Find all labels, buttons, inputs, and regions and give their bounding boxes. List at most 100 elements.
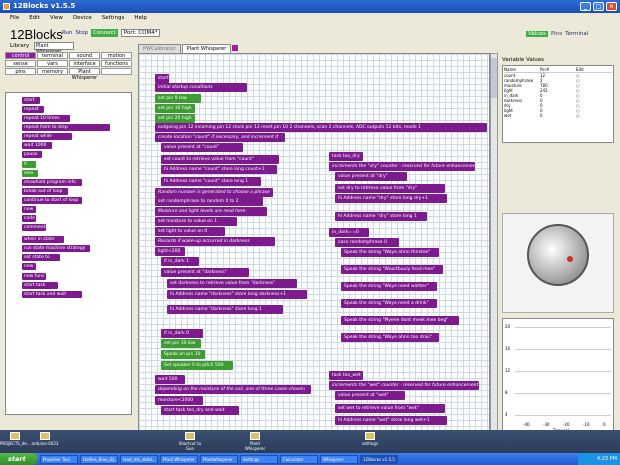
set-var-block[interactable]: set wet to retrieve value from "wet": [335, 404, 445, 413]
palette-block[interactable]: pause: [22, 151, 42, 158]
if-block[interactable]: light<200: [155, 247, 185, 256]
close-button[interactable]: ×: [606, 2, 617, 11]
speak-string-block[interactable]: Speak the string "Waye ahnn too draii": [341, 333, 439, 342]
set-random-block[interactable]: set randomphrase to random 0 to 2: [155, 197, 263, 206]
set-pin-block[interactable]: set pin 20 high: [155, 114, 195, 123]
palette-block[interactable]: new: [22, 263, 36, 270]
menu-device[interactable]: Device: [73, 15, 92, 23]
comment-block[interactable]: Records if wake-up occurred in darkness: [155, 237, 275, 246]
palette-block[interactable]: wait 1000: [22, 142, 52, 149]
if-block[interactable]: value present at "count": [161, 143, 243, 152]
palette-block[interactable]: repeat from to step: [22, 124, 110, 131]
set-var-block[interactable]: set darkness to retrieve value from "dar…: [167, 279, 297, 288]
category-pins[interactable]: pins: [5, 68, 36, 75]
taskbar-item[interactable]: Plant Whisperer: [160, 454, 198, 464]
port-select[interactable]: Port: COM4*: [120, 29, 161, 37]
comment-block[interactable]: create location "count" if necessary, an…: [155, 133, 285, 142]
palette-block[interactable]: comment: [22, 224, 46, 231]
desktop-icon[interactable]: Plant Whisperer: [240, 432, 270, 451]
category-sound[interactable]: sound: [69, 52, 100, 59]
if-block[interactable]: value present at "darkness": [161, 268, 249, 277]
palette-block[interactable]: break out of loop: [22, 188, 68, 195]
palette-block[interactable]: if: [22, 161, 36, 168]
category-interface[interactable]: interface: [69, 60, 100, 67]
palette-block[interactable]: new func: [22, 273, 46, 280]
taskbar-item[interactable]: Plantwhisperer: [200, 454, 238, 464]
close-tab-icon[interactable]: [232, 45, 239, 51]
edit-radio[interactable]: ○: [576, 113, 612, 118]
set-var-block[interactable]: if in_dark 1: [161, 257, 199, 266]
taskbar-item[interactable]: Calculator: [280, 454, 318, 464]
palette-block[interactable]: start: [22, 97, 40, 104]
comment-block[interactable]: Moisture and light levels are read here: [155, 207, 267, 216]
speak-string-block[interactable]: Speak the string "Waye ahnn thirstee": [341, 248, 439, 257]
set-light-block[interactable]: set light to value on 0: [155, 227, 225, 236]
workspace-scrollbar[interactable]: [490, 53, 498, 431]
menu-edit[interactable]: Edit: [29, 15, 40, 23]
value-knob[interactable]: [527, 224, 589, 286]
wait-block[interactable]: wait 500: [155, 375, 185, 384]
category-motion[interactable]: motion: [101, 52, 132, 59]
taskbar-item[interactable]: Propeller Tool: [40, 454, 78, 464]
desktop-icon[interactable]: settings: [355, 432, 385, 446]
palette-block[interactable]: when in state: [22, 236, 64, 243]
comment-block[interactable]: depending on the moisture of the soil, o…: [155, 385, 311, 394]
category-terminal[interactable]: terminal: [37, 52, 68, 59]
category-sense[interactable]: sense: [5, 60, 36, 67]
eeprom-store-block[interactable]: hi Address name "wet" store long wet+1: [335, 416, 447, 425]
palette-block[interactable]: set state to: [22, 254, 60, 261]
maximize-button[interactable]: □: [593, 2, 604, 11]
desktop-icon[interactable]: Shortcut to Gun: [175, 432, 205, 451]
task-block[interactable]: task too_wet: [329, 371, 363, 380]
palette-block[interactable]: continue to start of loop: [22, 197, 82, 204]
if-block[interactable]: value present at "wet": [335, 391, 405, 400]
category-plant-whisperer[interactable]: Plant Whisperer: [69, 68, 100, 81]
start-block[interactable]: start: [155, 74, 169, 83]
eeprom-store-block[interactable]: hi Address name "dry" store long dry+1: [335, 194, 447, 203]
mode-terminal[interactable]: Terminal: [565, 31, 588, 37]
taskbar-item[interactable]: Settings: [240, 454, 278, 464]
eeprom-store-block[interactable]: hi Address name "dry" store long 1: [335, 212, 427, 221]
set-var-block[interactable]: set dry to retrieve value from "dry": [335, 184, 445, 193]
run-button[interactable]: Run: [62, 30, 73, 36]
taskbar-item[interactable]: lead_mk_nbdd...: [120, 454, 158, 464]
start-button[interactable]: start: [0, 453, 38, 465]
desktop-icon[interactable]: PROJECTS_de...: [0, 432, 31, 446]
scrollbar-thumb[interactable]: [491, 58, 497, 98]
palette-block[interactable]: run state machine strategy: [22, 245, 90, 252]
speak-string-block[interactable]: Speak the string "Woortbuuly feed mee": [341, 265, 443, 274]
mode-values[interactable]: Values: [526, 31, 548, 37]
speak-string-block[interactable]: Speak the string "Waye need wahter": [341, 282, 437, 291]
menu-view[interactable]: View: [50, 15, 63, 23]
taskbar-item[interactable]: Whisperer: [320, 454, 358, 464]
palette-block[interactable]: else: [22, 170, 38, 177]
eeprom-store-block[interactable]: hi Address name "count" store long count…: [161, 165, 277, 174]
eeprom-store-block[interactable]: hi Address name "darkness" store long 1: [167, 305, 283, 314]
connect-button[interactable]: Connect: [91, 29, 118, 37]
minimize-button[interactable]: _: [580, 2, 591, 11]
block-workspace[interactable]: start Initial startup conditions set pin…: [138, 53, 490, 431]
palette-block[interactable]: new: [22, 206, 36, 213]
taskbar-item[interactable]: 12Blocks v1.5.5: [360, 454, 398, 464]
palette-block[interactable]: repeat 10 times: [22, 115, 70, 122]
palette-block[interactable]: repeat: [22, 106, 44, 113]
comment-block[interactable]: increments the "dry" counter - reserved …: [329, 162, 475, 171]
menu-settings[interactable]: Settings: [102, 15, 125, 23]
stop-button[interactable]: Stop: [76, 30, 89, 36]
palette-block[interactable]: code: [22, 215, 36, 222]
category-vars[interactable]: vars: [37, 60, 68, 67]
library-select[interactable]: Plant Whisperer: [34, 42, 74, 55]
mode-pins[interactable]: Pins: [551, 31, 562, 37]
speaker-pitch-block[interactable]: Set speaker 0 to pitch 500: [161, 361, 233, 370]
category-functions[interactable]: functions: [101, 60, 132, 67]
menu-file[interactable]: File: [10, 15, 19, 23]
case-block[interactable]: case randomphrase 0: [335, 238, 399, 247]
task-block[interactable]: task too_dry: [329, 152, 363, 161]
set-pin-block[interactable]: set pin 9 low: [155, 94, 201, 103]
set-pin-block[interactable]: set pin 10 high: [155, 104, 195, 113]
set-var-block[interactable]: if in_dark 0: [161, 329, 203, 338]
if-block[interactable]: moisture<2000: [155, 396, 203, 405]
comment-block[interactable]: Random number is generated to choose a p…: [155, 188, 273, 197]
palette-block[interactable]: repeat while: [22, 133, 72, 140]
palette-block[interactable]: start task and wait: [22, 291, 82, 298]
